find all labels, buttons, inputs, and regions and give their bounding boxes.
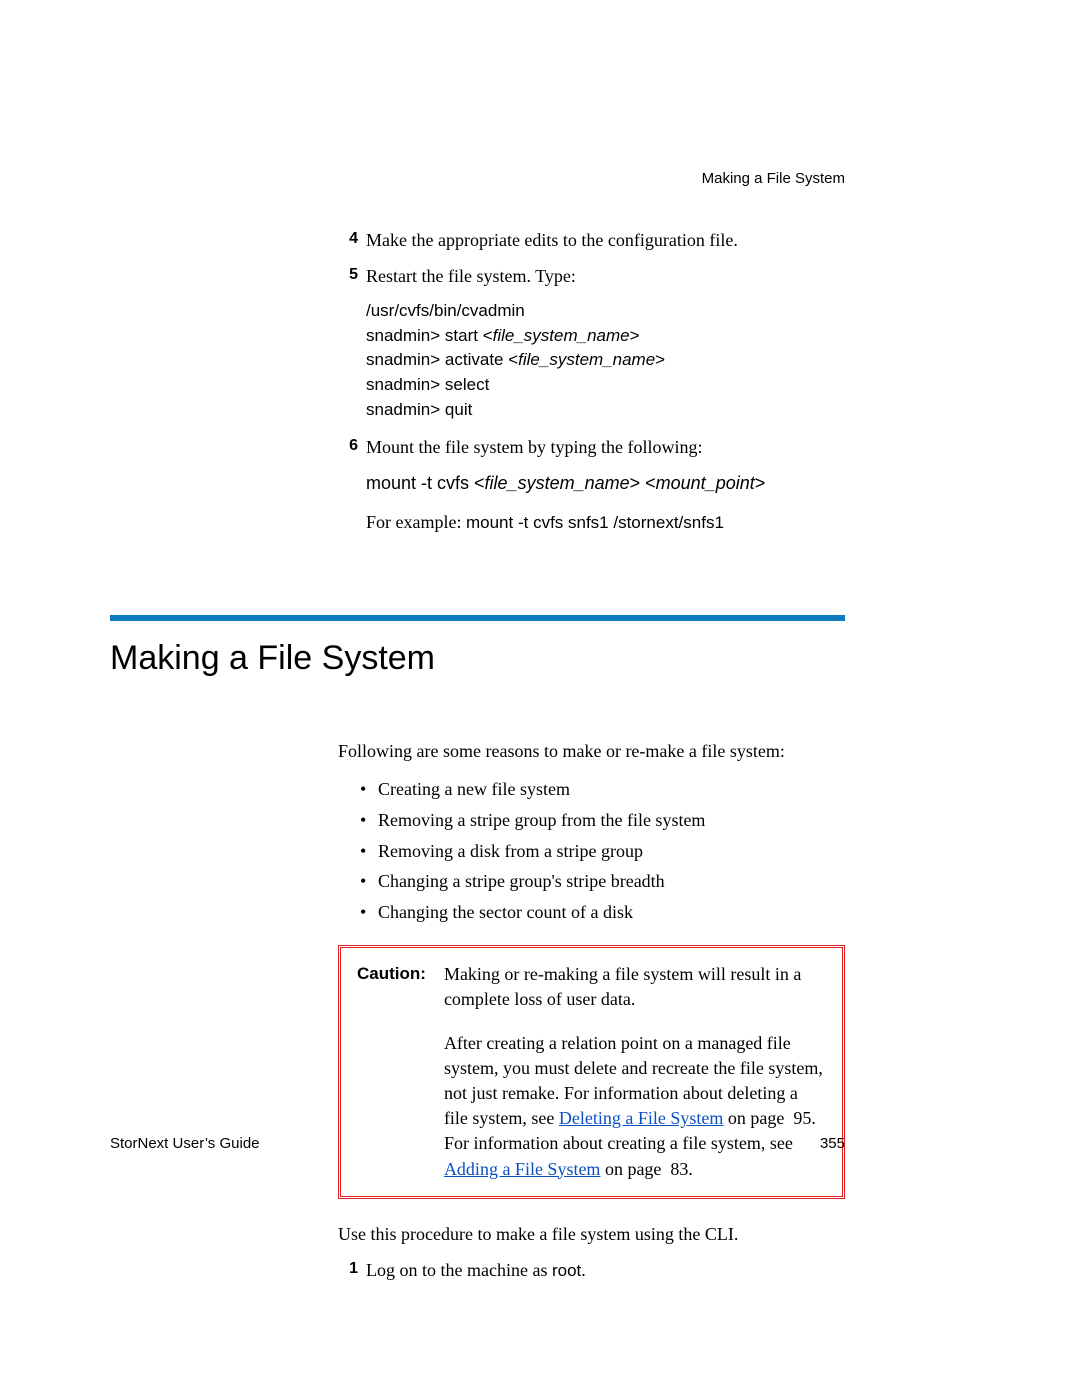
- intro-text: Following are some reasons to make or re…: [338, 738, 845, 764]
- code-line: snadmin> activate <file_system_name>: [366, 348, 845, 373]
- reasons-list: Creating a new file system Removing a st…: [360, 774, 845, 927]
- step-6: 6 Mount the file system by typing the fo…: [338, 434, 845, 460]
- step-text: Mount the file system by typing the foll…: [366, 434, 845, 460]
- step-number: 6: [338, 434, 358, 460]
- code-block-cvadmin: /usr/cvfs/bin/cvadmin snadmin> start <fi…: [366, 299, 845, 422]
- step-5: 5 Restart the file system. Type:: [338, 263, 845, 289]
- example-line: For example: mount -t cvfs snfs1 /storne…: [366, 509, 845, 536]
- link-adding-fs[interactable]: Adding a File System: [444, 1159, 601, 1179]
- page-footer: StorNext User’s Guide 355: [110, 1135, 845, 1152]
- section-rule: [110, 615, 845, 621]
- footer-page-number: 355: [820, 1135, 845, 1152]
- link-deleting-fs[interactable]: Deleting a File System: [559, 1108, 723, 1128]
- step-text: Restart the file system. Type:: [366, 263, 845, 289]
- code-line: /usr/cvfs/bin/cvadmin: [366, 299, 845, 324]
- code-line: snadmin> quit: [366, 398, 845, 423]
- list-item: Removing a disk from a stripe group: [360, 836, 845, 867]
- step-number: 1: [338, 1257, 358, 1284]
- step-text: Make the appropriate edits to the config…: [366, 227, 845, 253]
- step-number: 5: [338, 263, 358, 289]
- step-4: 4 Make the appropriate edits to the conf…: [338, 227, 845, 253]
- list-item: Creating a new file system: [360, 774, 845, 805]
- running-head: Making a File System: [110, 170, 845, 187]
- section-title: Making a File System: [110, 639, 845, 678]
- step-text: Log on to the machine as root.: [366, 1257, 845, 1284]
- list-item: Removing a stripe group from the file sy…: [360, 805, 845, 836]
- caution-paragraph: After creating a relation point on a man…: [444, 1031, 826, 1182]
- caution-paragraph: Making or re-making a file system will r…: [444, 962, 826, 1012]
- post-caution-text: Use this procedure to make a file system…: [338, 1221, 845, 1247]
- code-line-mount: mount -t cvfs <file_system_name> <mount_…: [366, 470, 845, 496]
- code-line: snadmin> select: [366, 373, 845, 398]
- code-line: snadmin> start <file_system_name>: [366, 324, 845, 349]
- footer-left: StorNext User’s Guide: [110, 1135, 260, 1152]
- list-item: Changing a stripe group's stripe breadth: [360, 866, 845, 897]
- step-number: 4: [338, 227, 358, 253]
- list-item: Changing the sector count of a disk: [360, 897, 845, 928]
- step-1: 1 Log on to the machine as root.: [338, 1257, 845, 1284]
- caution-box: Caution: Making or re-making a file syst…: [338, 945, 845, 1199]
